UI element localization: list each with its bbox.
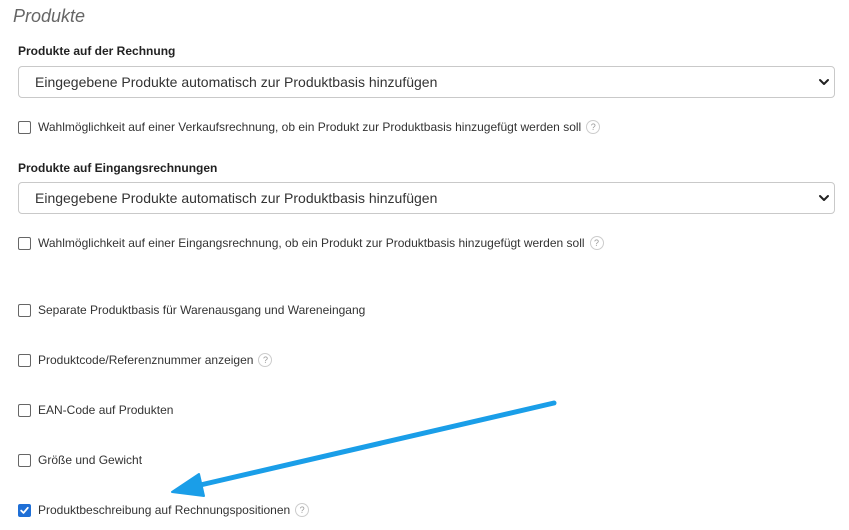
section-title: Produkte [13, 6, 86, 26]
product-code-checkbox[interactable] [18, 353, 31, 367]
question-mark-circle-icon[interactable]: ? [258, 353, 273, 367]
separate-product-base-checkbox[interactable] [18, 303, 31, 317]
purchase-products-select-value: Eingegebene Produkte automatisch zur Pro… [35, 190, 438, 206]
purchase-products-select[interactable]: Eingegebene Produkte automatisch zur Pro… [18, 182, 835, 214]
option-separate-product-base: Separate Produktbasis für Warenausgang u… [18, 302, 365, 318]
chevron-down-icon [819, 195, 829, 201]
ean-code-checkbox[interactable] [18, 403, 31, 417]
sales-products-select[interactable]: Eingegebene Produkte automatisch zur Pro… [18, 66, 835, 98]
size-weight-label: Größe und Gewicht [38, 453, 143, 467]
sales-products-select-value: Eingegebene Produkte automatisch zur Pro… [35, 74, 438, 90]
option-product-description: Produktbeschreibung auf Rechnungspositio… [18, 502, 310, 518]
question-mark-circle-icon[interactable]: ? [589, 236, 604, 250]
size-weight-checkbox[interactable] [18, 453, 31, 467]
purchase-choice-checkbox[interactable] [18, 236, 31, 250]
ean-code-label: EAN-Code auf Produkten [38, 403, 174, 417]
option-size-weight: Größe und Gewicht [18, 452, 142, 468]
sales-choice-label: Wahlmöglichkeit auf einer Verkaufsrechnu… [38, 120, 582, 134]
question-mark-circle-icon[interactable]: ? [295, 503, 310, 517]
checkmark-icon [20, 506, 29, 514]
arrow-head [171, 473, 205, 497]
arrow-shaft [193, 400, 557, 489]
product-description-checkbox[interactable] [18, 503, 31, 517]
question-mark-circle-icon[interactable]: ? [586, 120, 601, 134]
sales-choice-checkbox[interactable] [18, 120, 31, 134]
sales-choice-row: Wahlmöglichkeit auf einer Verkaufsrechnu… [18, 119, 601, 135]
purchase-products-label: Produkte auf Eingangsrechnungen [18, 161, 218, 175]
purchase-choice-row: Wahlmöglichkeit auf einer Eingangsrechnu… [18, 235, 604, 251]
sales-products-label: Produkte auf der Rechnung [18, 44, 176, 58]
option-product-code: Produktcode/Referenznummer anzeigen ? [18, 352, 273, 368]
product-code-label: Produktcode/Referenznummer anzeigen [38, 353, 254, 367]
chevron-down-icon [819, 79, 829, 85]
option-ean-code: EAN-Code auf Produkten [18, 402, 173, 418]
separate-product-base-label: Separate Produktbasis für Warenausgang u… [38, 303, 366, 317]
product-description-label: Produktbeschreibung auf Rechnungspositio… [38, 503, 291, 517]
purchase-choice-label: Wahlmöglichkeit auf einer Eingangsrechnu… [38, 236, 585, 250]
